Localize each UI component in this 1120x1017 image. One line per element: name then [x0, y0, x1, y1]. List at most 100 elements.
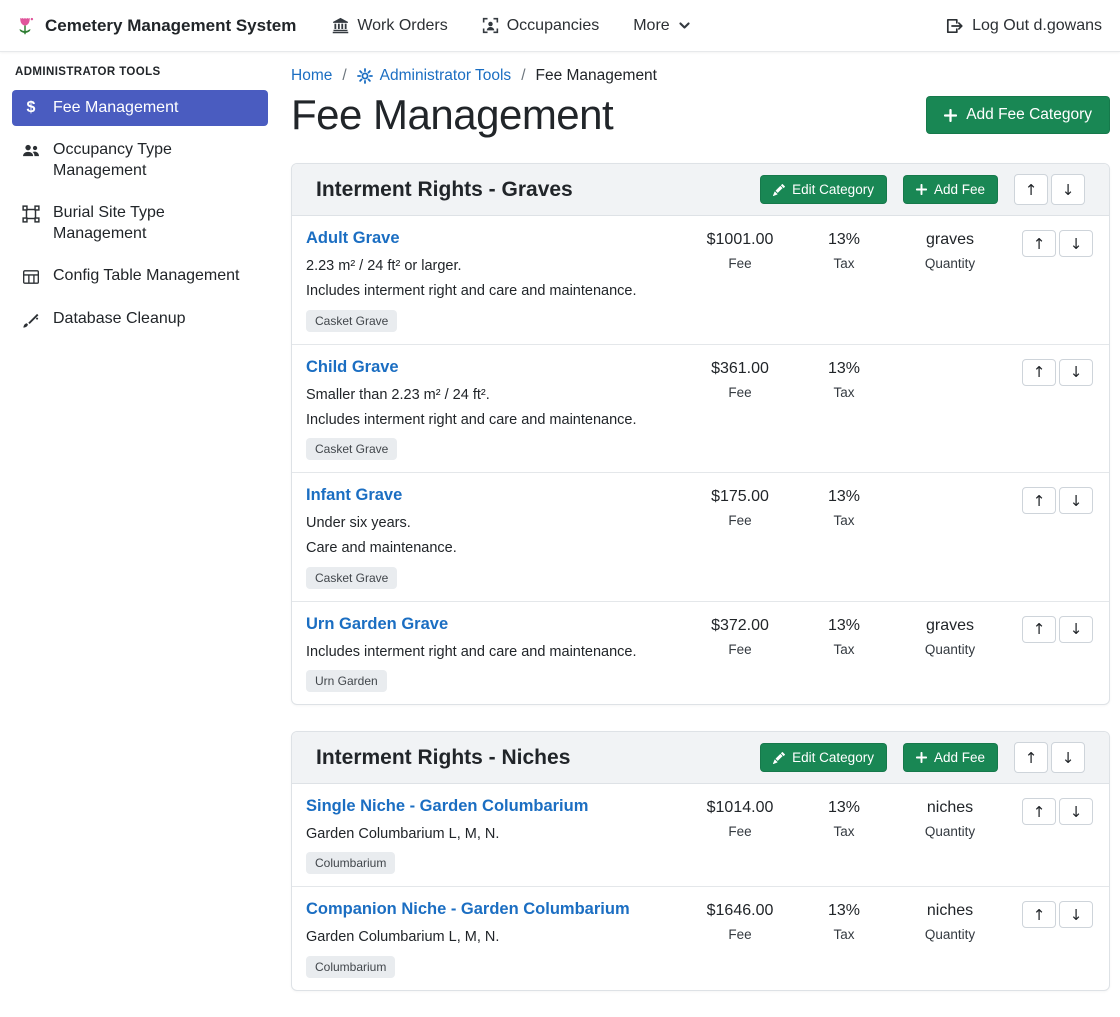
- sidebar-item-fee-management[interactable]: $ Fee Management: [12, 90, 268, 126]
- down-arrow-icon: ↓: [1070, 906, 1083, 924]
- move-fee-down-button[interactable]: ↓: [1059, 901, 1093, 928]
- category-card-niches: Interment Rights - Niches Edit Category …: [291, 731, 1110, 991]
- edit-category-button[interactable]: Edit Category: [760, 743, 887, 772]
- fee-info: Single Niche - Garden Columbarium Garden…: [306, 797, 684, 874]
- move-fee-down-button[interactable]: ↓: [1059, 487, 1093, 514]
- fee-tax-label: Tax: [796, 642, 892, 657]
- gear-icon: [357, 68, 373, 84]
- fee-tax: 13%: [796, 617, 892, 635]
- app-brand[interactable]: Cemetery Management System: [14, 15, 296, 37]
- fee-quantity-col: graves Quantity: [892, 229, 1008, 271]
- fee-reorder-buttons: ↑ ↓: [1022, 797, 1093, 825]
- edit-category-button[interactable]: Edit Category: [760, 175, 887, 204]
- up-arrow-icon: ↑: [1033, 492, 1046, 510]
- fee-amount-label: Fee: [684, 513, 796, 528]
- breadcrumb-admin-tools[interactable]: Administrator Tools: [357, 67, 512, 85]
- nav-occupancies[interactable]: Occupancies: [482, 17, 600, 35]
- fee-tag-badge: Casket Grave: [306, 567, 397, 589]
- up-arrow-icon: ↑: [1033, 620, 1046, 638]
- add-fee-button[interactable]: Add Fee: [903, 175, 998, 204]
- sidebar-item-label: Occupancy Type Management: [53, 140, 258, 181]
- fee-name-link[interactable]: Companion Niche - Garden Columbarium: [306, 900, 630, 919]
- breadcrumb-home[interactable]: Home: [291, 67, 332, 85]
- sidebar-item-database-cleanup[interactable]: Database Cleanup: [12, 301, 268, 337]
- fee-name-link[interactable]: Urn Garden Grave: [306, 615, 448, 634]
- fee-reorder-buttons: ↑ ↓: [1022, 358, 1093, 386]
- fee-tag-badge: Urn Garden: [306, 670, 387, 692]
- add-fee-category-label: Add Fee Category: [966, 106, 1092, 124]
- fee-amount: $1014.00: [684, 799, 796, 817]
- fee-tax-col: 13% Tax: [796, 486, 892, 528]
- fee-amount-col: $175.00 Fee: [684, 486, 796, 528]
- sidebar-item-config-table-management[interactable]: Config Table Management: [12, 258, 268, 294]
- fee-amount-label: Fee: [684, 642, 796, 657]
- fee-name-link[interactable]: Infant Grave: [306, 486, 402, 505]
- move-fee-up-button[interactable]: ↑: [1022, 901, 1056, 928]
- tulip-logo-icon: [14, 15, 36, 37]
- fee-name-link[interactable]: Adult Grave: [306, 229, 400, 248]
- move-category-down-button[interactable]: ↓: [1051, 174, 1085, 205]
- logout-icon: [945, 17, 963, 35]
- move-fee-up-button[interactable]: ↑: [1022, 798, 1056, 825]
- page-title: Fee Management: [291, 91, 613, 139]
- add-fee-category-button[interactable]: Add Fee Category: [926, 96, 1110, 134]
- fee-info: Companion Niche - Garden Columbarium Gar…: [306, 900, 684, 977]
- fee-description: Care and maintenance.: [306, 538, 676, 558]
- fee-tag-badge: Columbarium: [306, 956, 395, 978]
- sidebar-item-occupancy-type-management[interactable]: Occupancy Type Management: [12, 132, 268, 189]
- move-category-down-button[interactable]: ↓: [1051, 742, 1085, 773]
- move-fee-down-button[interactable]: ↓: [1059, 230, 1093, 257]
- sidebar-item-label: Database Cleanup: [53, 309, 186, 329]
- move-fee-up-button[interactable]: ↑: [1022, 616, 1056, 643]
- move-fee-up-button[interactable]: ↑: [1022, 359, 1056, 386]
- move-fee-down-button[interactable]: ↓: [1059, 616, 1093, 643]
- move-fee-down-button[interactable]: ↓: [1059, 359, 1093, 386]
- up-arrow-icon: ↑: [1033, 803, 1046, 821]
- nav-work-orders[interactable]: Work Orders: [332, 17, 447, 35]
- nav-occupancies-label: Occupancies: [507, 17, 600, 35]
- logout-link[interactable]: Log Out d.gowans: [945, 17, 1102, 35]
- fee-quantity-col: niches Quantity: [892, 797, 1008, 839]
- down-arrow-icon: ↓: [1070, 363, 1083, 381]
- down-arrow-icon: ↓: [1070, 492, 1083, 510]
- dollar-icon: $: [22, 100, 40, 116]
- move-fee-down-button[interactable]: ↓: [1059, 798, 1093, 825]
- fee-tax-col: 13% Tax: [796, 229, 892, 271]
- fee-row: Child Grave Smaller than 2.23 m² / 24 ft…: [292, 345, 1109, 474]
- fee-amount-col: $1014.00 Fee: [684, 797, 796, 839]
- sidebar-item-burial-site-type-management[interactable]: Burial Site Type Management: [12, 195, 268, 252]
- fee-tax-col: 13% Tax: [796, 615, 892, 657]
- fee-amount-col: $1001.00 Fee: [684, 229, 796, 271]
- move-fee-up-button[interactable]: ↑: [1022, 230, 1056, 257]
- sidebar-heading: ADMINISTRATOR TOOLS: [15, 66, 268, 78]
- fee-tax-col: 13% Tax: [796, 900, 892, 942]
- fee-quantity-col: niches Quantity: [892, 900, 1008, 942]
- main-content: Home / Administrator Tools / Fee Managem…: [280, 52, 1120, 1017]
- nav-more[interactable]: More: [633, 17, 690, 35]
- fee-name-link[interactable]: Single Niche - Garden Columbarium: [306, 797, 588, 816]
- add-fee-button[interactable]: Add Fee: [903, 743, 998, 772]
- fee-tax-label: Tax: [796, 256, 892, 271]
- fee-amount: $175.00: [684, 488, 796, 506]
- fee-quantity-label: Quantity: [892, 256, 1008, 271]
- move-category-up-button[interactable]: ↑: [1014, 174, 1048, 205]
- logout-label: Log Out d.gowans: [972, 17, 1102, 35]
- up-arrow-icon: ↑: [1025, 181, 1038, 199]
- fee-tax-col: 13% Tax: [796, 797, 892, 839]
- fee-tax-label: Tax: [796, 385, 892, 400]
- fee-description: Includes interment right and care and ma…: [306, 281, 676, 301]
- fee-name-link[interactable]: Child Grave: [306, 358, 399, 377]
- fee-amount: $1646.00: [684, 902, 796, 920]
- fee-quantity-label: Quantity: [892, 642, 1008, 657]
- category-reorder-buttons: ↑ ↓: [1014, 174, 1085, 205]
- table-icon: [22, 268, 40, 286]
- fee-amount-col: $361.00 Fee: [684, 358, 796, 400]
- up-arrow-icon: ↑: [1033, 235, 1046, 253]
- fee-quantity-col: [892, 358, 1008, 360]
- top-navbar: Cemetery Management System Work Orders: [0, 0, 1120, 52]
- move-category-up-button[interactable]: ↑: [1014, 742, 1048, 773]
- category-reorder-buttons: ↑ ↓: [1014, 742, 1085, 773]
- edit-category-label: Edit Category: [792, 182, 874, 197]
- fee-tax: 13%: [796, 360, 892, 378]
- move-fee-up-button[interactable]: ↑: [1022, 487, 1056, 514]
